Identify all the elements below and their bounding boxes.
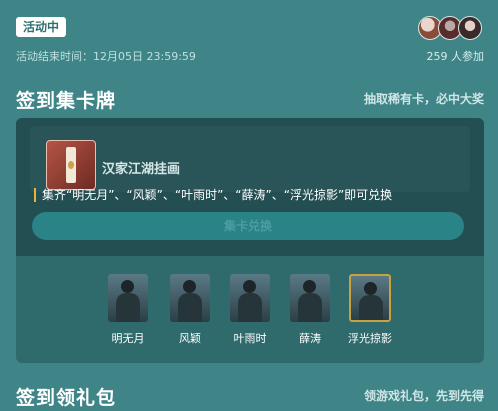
card-list: 明无月 风颖 叶雨时 薛涛 浮光掠影 (16, 274, 484, 354)
painting-icon (46, 140, 96, 190)
reward-name: 汉家江湖挂画 (102, 162, 181, 177)
reward-area: 汉家江湖挂画 集齐“明无月”、“风颖”、“叶雨时”、“薛涛”、“浮光掠影”即可兑… (16, 118, 484, 256)
section-subtitle-collect-cards: 抽取稀有卡，必中大奖 (363, 92, 484, 106)
card-item[interactable]: 风颖 (160, 274, 220, 346)
exchange-button[interactable]: 集卡兑换 (32, 212, 464, 240)
participant-avatars[interactable] (418, 16, 486, 40)
section-title-gift-pack: 签到领礼包 (16, 387, 117, 409)
character-portrait-icon (170, 274, 210, 322)
card-label: 风颖 (179, 332, 201, 345)
card-item[interactable]: 浮光掠影 (340, 274, 400, 346)
card-item[interactable]: 薛涛 (280, 274, 340, 346)
status-badge: 活动中 (16, 17, 67, 37)
section-subtitle-gift-pack: 领游戏礼包，先到先得 (363, 389, 484, 403)
avatar (458, 16, 482, 40)
card-item[interactable]: 叶雨时 (220, 274, 280, 346)
character-portrait-icon (108, 274, 148, 322)
reward-card: 汉家江湖挂画 (30, 126, 470, 192)
character-portrait-icon (290, 274, 330, 322)
participants-count: 259 人参加 (426, 50, 485, 63)
card-label: 叶雨时 (233, 332, 267, 345)
character-portrait-icon (349, 274, 391, 322)
character-portrait-icon (230, 274, 270, 322)
section-title-collect-cards: 签到集卡牌 (16, 90, 117, 112)
card-label: 薛涛 (299, 332, 321, 345)
card-label: 明无月 (111, 332, 145, 345)
activity-end-time: 活动结束时间：12月05日 23:59:59 (16, 50, 196, 63)
card-label: 浮光掠影 (348, 332, 392, 345)
card-item[interactable]: 明无月 (98, 274, 158, 346)
collect-requirement: 集齐“明无月”、“风颖”、“叶雨时”、“薛涛”、“浮光掠影”即可兑换 (34, 188, 392, 202)
collect-cards-panel: 汉家江湖挂画 集齐“明无月”、“风颖”、“叶雨时”、“薛涛”、“浮光掠影”即可兑… (16, 118, 484, 363)
